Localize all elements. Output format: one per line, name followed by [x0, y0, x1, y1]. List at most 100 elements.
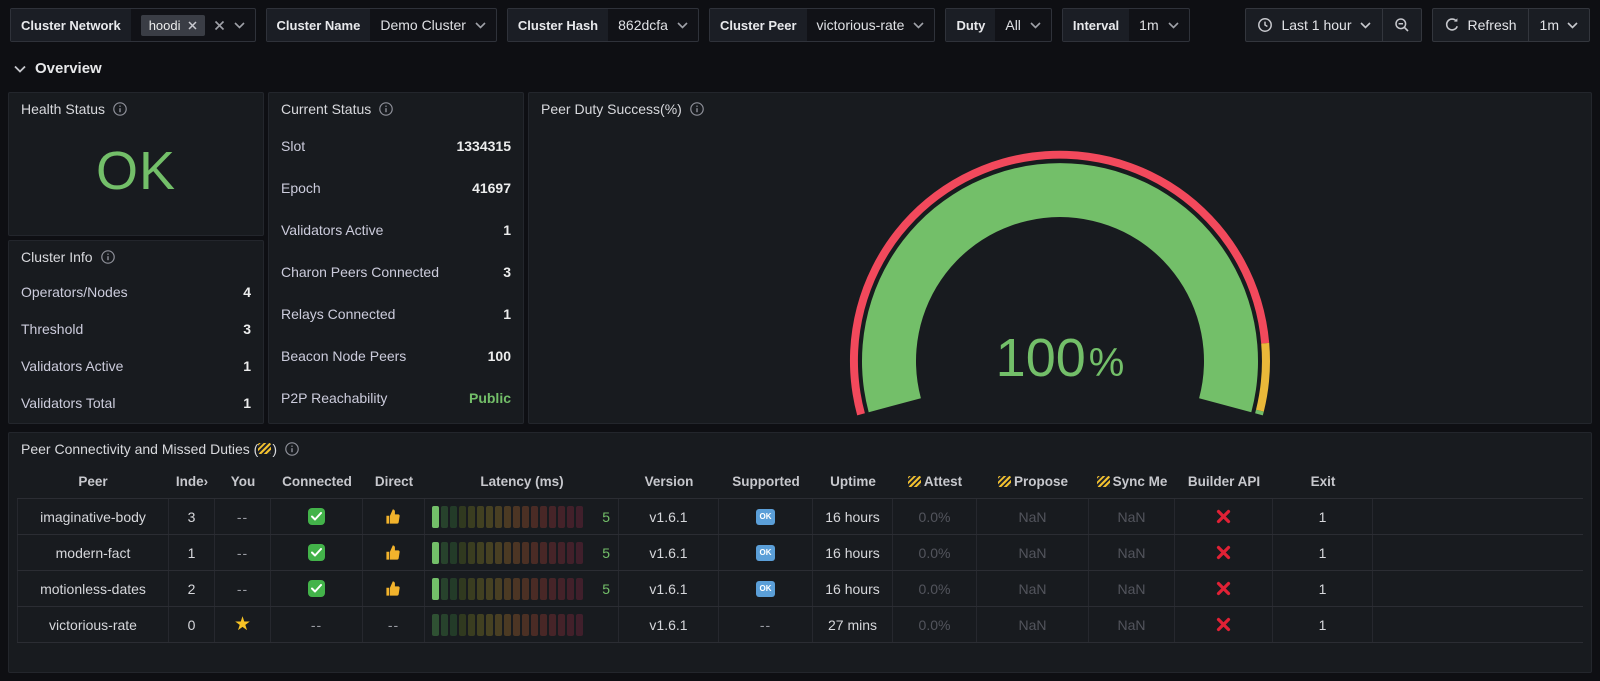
stat-row: Relays Connected 1 [281, 293, 511, 335]
column-header-sync_me[interactable]: Sync Me [1089, 465, 1175, 498]
filter-value-interval[interactable]: 1m [1129, 9, 1188, 41]
column-header-uptime[interactable]: Uptime [813, 465, 893, 498]
latency-segment [477, 577, 484, 600]
cell-supported: OK [719, 535, 813, 570]
stat-row: Epoch 41697 [281, 167, 511, 209]
column-header-index[interactable]: Inde› [169, 465, 215, 498]
latency-segment [549, 541, 556, 564]
cell-builder_api [1175, 499, 1273, 534]
time-range-button[interactable]: Last 1 hour [1246, 9, 1381, 41]
latency-segment [576, 613, 583, 636]
filter-label: Cluster Peer [709, 9, 807, 41]
filter-value-cluster-hash[interactable]: 862dcfa [608, 9, 698, 41]
cell-latency: 5 [425, 499, 619, 534]
refresh-interval-button[interactable]: 1m [1527, 9, 1589, 41]
filter-selected-value: 862dcfa [618, 17, 668, 33]
column-header-exit[interactable]: Exit [1273, 465, 1373, 498]
zoom-out-icon [1394, 18, 1409, 32]
latency-segment [459, 505, 466, 528]
cell-uptime: 16 hours [813, 535, 893, 570]
column-header-attest[interactable]: Attest [893, 465, 977, 498]
cell-supported: OK [719, 571, 813, 606]
row-overview[interactable]: Overview [14, 60, 102, 77]
stat-value: 1 [503, 222, 511, 238]
chevron-down-icon [913, 21, 925, 29]
chevron-down-icon[interactable] [233, 21, 245, 29]
stat-value: 1334315 [456, 138, 511, 154]
stat-label: Validators Total [21, 394, 116, 411]
latency-segment [432, 613, 439, 636]
filter-value-cluster-network[interactable]: hoodi [131, 9, 255, 41]
cell-exit: 1 [1273, 571, 1373, 606]
latency-segment [504, 505, 511, 528]
cell-filler [1373, 535, 1583, 570]
column-header-you[interactable]: You [215, 465, 271, 498]
refresh-picker: Refresh 1m [1431, 8, 1590, 42]
latency-led-gauge [432, 541, 583, 564]
latency-segment [441, 613, 448, 636]
column-header-label: Inde› [175, 474, 209, 489]
panel-title: Health Status [9, 93, 263, 123]
latency-segment [450, 613, 457, 636]
info-icon[interactable] [100, 250, 115, 264]
cell-direct: -- [363, 607, 425, 642]
filter-value-cluster-name[interactable]: Demo Cluster [370, 9, 496, 41]
remove-value-icon[interactable] [187, 20, 197, 30]
latency-segment [567, 613, 574, 636]
panel-health-status: Health Status OK [8, 92, 264, 236]
column-header-propose[interactable]: Propose [977, 465, 1089, 498]
stat-label: Beacon Node Peers [281, 348, 407, 364]
latency-segment [558, 505, 565, 528]
panel-peer-duty-success: Peer Duty Success(%) 100% [528, 92, 1592, 424]
zoom-out-button[interactable] [1381, 9, 1421, 41]
stat-value: 3 [503, 264, 511, 280]
dash-placeholder: -- [236, 580, 249, 597]
cell-you: -- [215, 535, 271, 570]
panel-title: Cluster Info [9, 241, 263, 271]
latency-segment [513, 505, 520, 528]
filter-value-cluster-peer[interactable]: victorious-rate [807, 9, 935, 41]
stat-value: 1 [503, 306, 511, 322]
column-header-direct[interactable]: Direct [363, 465, 425, 498]
column-header-peer[interactable]: Peer [17, 465, 169, 498]
column-header-latency[interactable]: Latency (ms) [425, 465, 619, 498]
info-icon[interactable] [690, 102, 704, 116]
column-header-connected[interactable]: Connected [271, 465, 363, 498]
latency-segment [495, 505, 502, 528]
column-header-version[interactable]: Version [619, 465, 719, 498]
dash-placeholder: -- [759, 616, 772, 633]
latency-led-gauge [432, 577, 583, 600]
filter-value-duty[interactable]: All [995, 9, 1051, 41]
refresh-label: Refresh [1467, 17, 1517, 33]
info-icon[interactable] [285, 442, 299, 456]
latency-segment [477, 613, 484, 636]
cell-index: 3 [169, 499, 215, 534]
cell-filler [1373, 571, 1583, 606]
latency-value: 5 [602, 580, 610, 597]
cell-index: 0 [169, 607, 215, 642]
cross-icon [1216, 509, 1231, 524]
section-title: Overview [35, 60, 102, 77]
stat-row: Operators/Nodes 4 [21, 273, 251, 310]
stat-label: Slot [281, 138, 306, 154]
column-header-filler [1373, 465, 1583, 498]
filter-selected-value: All [1005, 17, 1021, 33]
column-header-builder_api[interactable]: Builder API [1175, 465, 1273, 498]
column-header-supported[interactable]: Supported [719, 465, 813, 498]
stat-value: 1 [243, 357, 251, 374]
info-icon[interactable] [113, 102, 127, 116]
latency-segment [486, 541, 493, 564]
clear-icon[interactable] [214, 20, 225, 31]
chevron-down-icon [1359, 21, 1371, 29]
cell-peer: imaginative-body [17, 499, 169, 534]
latency-segment [513, 613, 520, 636]
filter-selected-value: 1m [1139, 17, 1159, 33]
current-status-rows: Slot 1334315 Epoch 41697 Validators Active 1 C… [269, 123, 523, 425]
toolbar: Cluster Network hoodi Cluster Name Demo … [10, 8, 1590, 42]
refresh-button[interactable]: Refresh [1433, 9, 1528, 41]
panel-title-text: Current Status [281, 101, 372, 117]
latency-segment [459, 577, 466, 600]
column-header-label: You [230, 474, 256, 489]
info-icon[interactable] [379, 102, 394, 116]
filter-selected-value: victorious-rate [816, 17, 905, 33]
